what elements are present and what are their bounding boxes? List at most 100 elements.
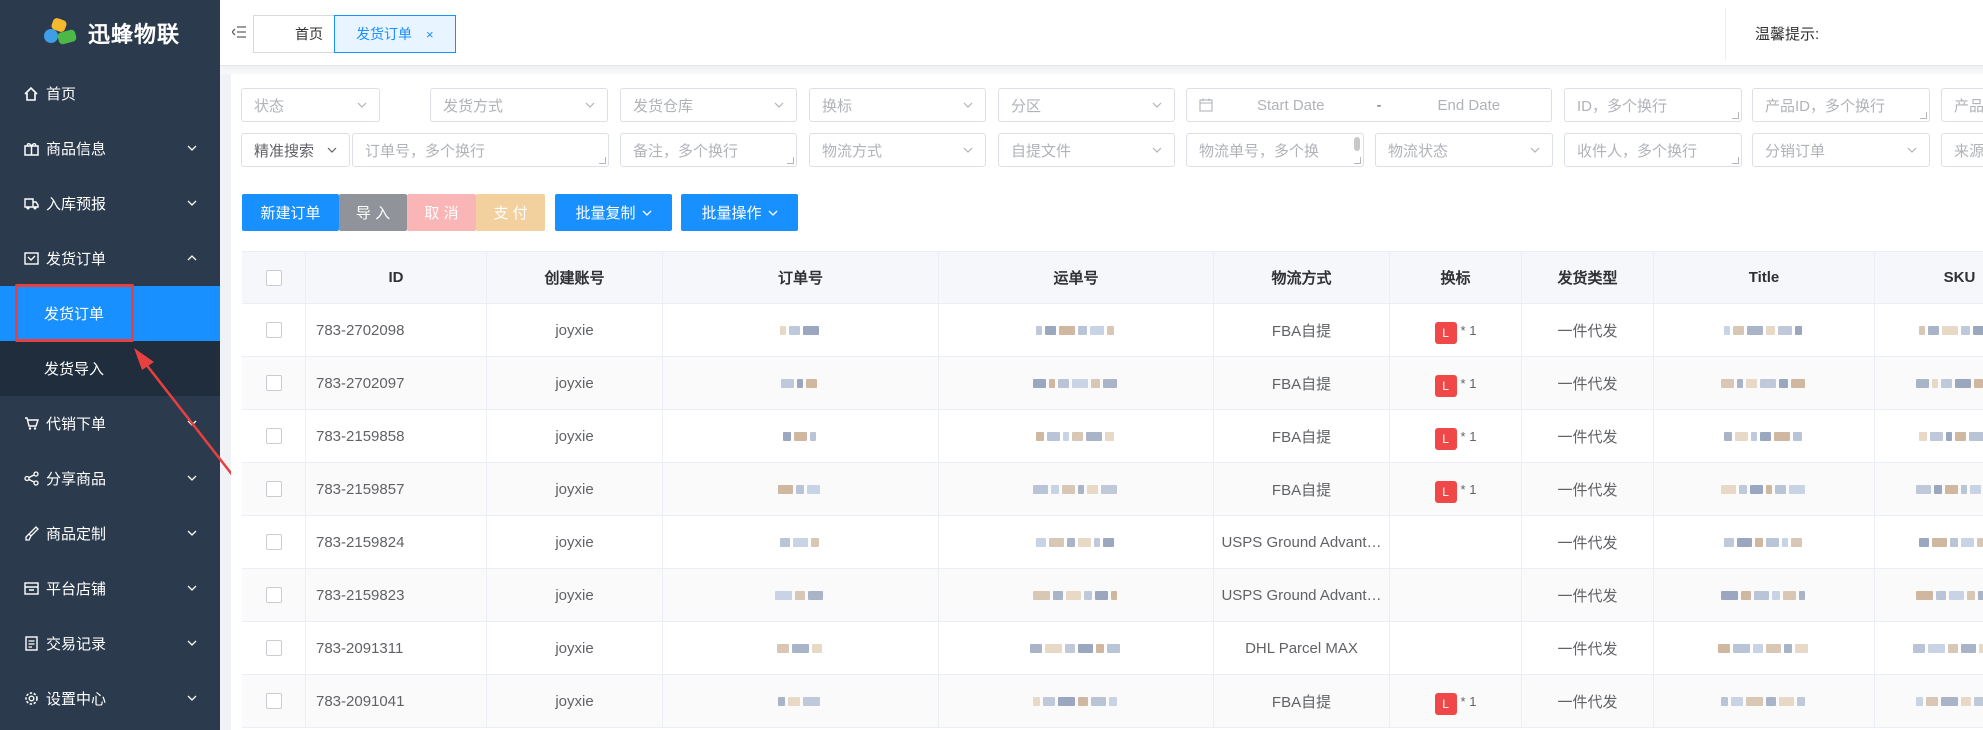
remark-textarea[interactable]: 备注，多个换行 (620, 133, 797, 167)
redacted-block (810, 537, 819, 547)
scrollbar[interactable] (1354, 137, 1360, 151)
import-button[interactable]: 导 入 (339, 194, 407, 231)
checkbox[interactable] (265, 428, 282, 444)
redacted-block (1771, 590, 1780, 600)
batch-copy-button[interactable]: 批量复制 (555, 194, 672, 231)
order-no-textarea[interactable]: 订单号，多个换行 (352, 133, 609, 167)
redacted-block (1774, 484, 1786, 494)
chevron-down-icon (357, 102, 367, 108)
checkbox[interactable] (265, 481, 282, 497)
row-select[interactable] (242, 410, 306, 462)
column-header[interactable]: 换标 (1390, 252, 1522, 303)
collapse-sidebar-icon[interactable] (231, 25, 246, 42)
sidebar-item-inbound[interactable]: 入库预报 (0, 176, 220, 231)
redacted-block (1065, 590, 1081, 600)
checkbox[interactable] (265, 322, 282, 338)
cell-sku (1875, 516, 1983, 568)
column-header[interactable]: ID (306, 252, 487, 303)
column-header[interactable]: 发货类型 (1522, 252, 1654, 303)
sidebar-item-transactions[interactable]: 交易记录 (0, 616, 220, 671)
column-header[interactable]: 运单号 (939, 252, 1214, 303)
column-header[interactable]: 创建账号 (487, 252, 663, 303)
tracking-no-textarea[interactable]: 物流单号，多个换 (1186, 133, 1364, 167)
redacted-block (782, 431, 791, 441)
table-row[interactable]: 783-2159823 joyxie USPS Ground Advant… 一件代发 (242, 569, 1983, 622)
precise-search-select[interactable]: 精准搜索 (241, 133, 350, 167)
row-select[interactable] (242, 357, 306, 409)
status-select[interactable]: 状态 (241, 88, 380, 122)
table-row[interactable]: 783-2091311 joyxie DHL Parcel MAX 一件代发 (242, 622, 1983, 675)
sidebar-item-product-info[interactable]: 商品信息 (0, 121, 220, 176)
distribution-order-select[interactable]: 分销订单 (1752, 133, 1930, 167)
zone-select[interactable]: 分区 (998, 88, 1175, 122)
checkbox[interactable] (265, 375, 282, 391)
table-row[interactable]: 783-2702098 joyxie FBA自提 L * 1 一件代发 (242, 304, 1983, 357)
redacted-block (1095, 643, 1104, 653)
close-icon[interactable]: × (426, 27, 434, 42)
sidebar-subitem-ship-orders[interactable]: 发货订单 (0, 286, 220, 341)
label-change-select[interactable]: 换标 (809, 88, 986, 122)
logistics-method-select[interactable]: 物流方式 (809, 133, 986, 167)
cancel-button[interactable]: 取 消 (407, 194, 476, 231)
table-row[interactable]: 783-2091041 joyxie FBA自提 L * 1 一件代发 (242, 675, 1983, 728)
sidebar-item-settings[interactable]: 设置中心 (0, 671, 220, 726)
sidebar-item-platform-stores[interactable]: 平台店铺 (0, 561, 220, 616)
checkbox[interactable] (265, 534, 282, 550)
tab-ship-orders[interactable]: 发货订单 × (334, 15, 456, 53)
pay-button[interactable]: 支 付 (476, 194, 545, 231)
chevron-down-icon (187, 530, 197, 536)
checkbox[interactable] (265, 693, 282, 709)
checkbox[interactable] (265, 640, 282, 656)
row-select[interactable] (242, 463, 306, 515)
id-textarea[interactable]: ID，多个换行 (1564, 88, 1742, 122)
product-more-input[interactable]: 产品 (1941, 88, 1983, 122)
batch-ops-button[interactable]: 批量操作 (681, 194, 798, 231)
self-pick-file-select[interactable]: 自提文件 (998, 133, 1175, 167)
row-select[interactable] (242, 516, 306, 568)
row-select[interactable] (242, 675, 306, 727)
date-range-picker[interactable]: Start Date - End Date (1186, 88, 1552, 122)
ship-method-select[interactable]: 发货方式 (430, 88, 608, 122)
sidebar-item-customization[interactable]: 商品定制 (0, 506, 220, 561)
column-header[interactable]: Title (1654, 252, 1875, 303)
brand-logo[interactable]: 迅蜂物联 (0, 0, 220, 66)
orders-table: ID 创建账号 订单号 运单号 物流方式 换标 发货类型 Title SKU 7… (242, 251, 1983, 728)
row-select[interactable] (242, 622, 306, 674)
row-select[interactable] (242, 569, 306, 621)
table-row[interactable]: 783-2159858 joyxie FBA自提 L * 1 一件代发 (242, 410, 1983, 463)
sidebar-item-ship-orders[interactable]: 发货订单 (0, 231, 220, 286)
redacted-block (1100, 484, 1117, 494)
redacted-block (808, 590, 823, 600)
chevron-down-icon (963, 102, 973, 108)
chevron-down-icon (187, 585, 197, 591)
header-select-all[interactable] (242, 252, 306, 303)
resize-handle-icon (1732, 157, 1739, 164)
product-id-textarea[interactable]: 产品ID，多个换行 (1752, 88, 1930, 122)
cell-title (1654, 675, 1875, 727)
redacted-block (1083, 590, 1092, 600)
recipient-textarea[interactable]: 收件人，多个换行 (1564, 133, 1742, 167)
checkbox[interactable] (265, 269, 282, 286)
select-placeholder: 状态 (254, 97, 285, 115)
new-order-button[interactable]: 新建订单 (242, 194, 339, 231)
table-row[interactable]: 783-2159857 joyxie FBA自提 L * 1 一件代发 (242, 463, 1983, 516)
checkbox[interactable] (265, 587, 282, 603)
row-select[interactable] (242, 304, 306, 356)
redacted-block (1961, 643, 1976, 653)
sidebar-item-label: 入库预报 (46, 196, 107, 213)
ship-warehouse-select[interactable]: 发货仓库 (620, 88, 797, 122)
sidebar-item-home[interactable]: 首页 (0, 66, 220, 121)
table-row[interactable]: 783-2702097 joyxie FBA自提 L * 1 一件代发 (242, 357, 1983, 410)
logistics-status-select[interactable]: 物流状态 (1375, 133, 1553, 167)
redacted-block (809, 431, 816, 441)
cell-account: joyxie (487, 675, 663, 727)
table-row[interactable]: 783-2159824 joyxie USPS Ground Advant… 一件代发 (242, 516, 1983, 569)
redacted-block (1759, 378, 1776, 388)
end-date-input[interactable]: End Date (1438, 97, 1501, 114)
column-header[interactable]: SKU (1875, 252, 1983, 303)
column-header[interactable]: 订单号 (663, 252, 939, 303)
redacted-block (793, 431, 807, 441)
start-date-input[interactable]: Start Date (1257, 97, 1325, 114)
column-header[interactable]: 物流方式 (1214, 252, 1390, 303)
source-select[interactable]: 来源 (1941, 133, 1983, 167)
